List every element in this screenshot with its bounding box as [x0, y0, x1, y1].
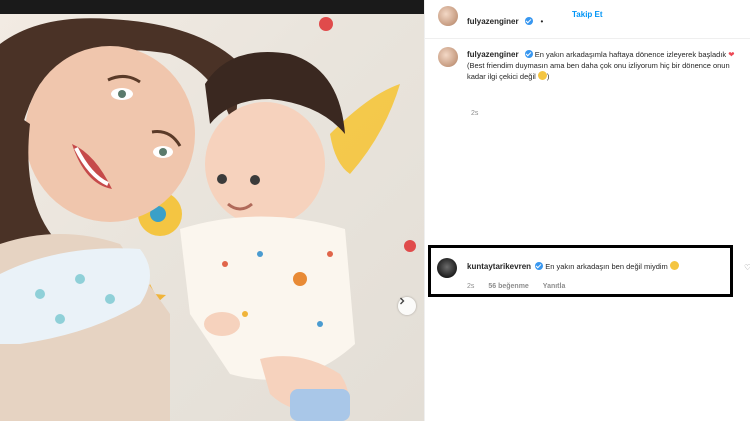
- post-header: fulyazenginer • Takip Et: [425, 0, 750, 39]
- post-side-panel: fulyazenginer • Takip Et fulyazenginer E…: [424, 0, 750, 421]
- heart-outline-icon[interactable]: ♡: [744, 263, 750, 272]
- caption-timestamp[interactable]: 2s: [471, 110, 478, 117]
- avatar[interactable]: [438, 6, 458, 26]
- caption-end: ): [546, 72, 550, 81]
- monkey-emoji-icon: [537, 71, 547, 80]
- separator-dot: •: [540, 17, 544, 26]
- heart-emoji-icon: ❤: [728, 50, 735, 59]
- caption-line-2: (Best friendim duymasın ama ben daha çok…: [467, 60, 730, 82]
- caption-line-1: En yakın arkadaşımla haftaya dönence izl…: [534, 50, 727, 59]
- follow-button[interactable]: Takip Et: [572, 10, 603, 19]
- top-bar: [0, 0, 424, 14]
- comment-highlight-box: [428, 245, 733, 297]
- next-photo-button[interactable]: [398, 297, 416, 315]
- verified-icon: [525, 17, 534, 25]
- caption-username[interactable]: fulyazenginer: [467, 50, 519, 59]
- caption-text: fulyazenginer En yakın arkadaşımla hafta…: [467, 50, 747, 83]
- post-photo: [0, 14, 424, 421]
- header-username-row: fulyazenginer •: [467, 11, 546, 29]
- chevron-right-icon: [400, 297, 405, 305]
- header-username[interactable]: fulyazenginer: [467, 17, 519, 26]
- caption-avatar[interactable]: [438, 47, 458, 67]
- photo-illustration: [0, 17, 416, 421]
- verified-icon: [524, 50, 533, 58]
